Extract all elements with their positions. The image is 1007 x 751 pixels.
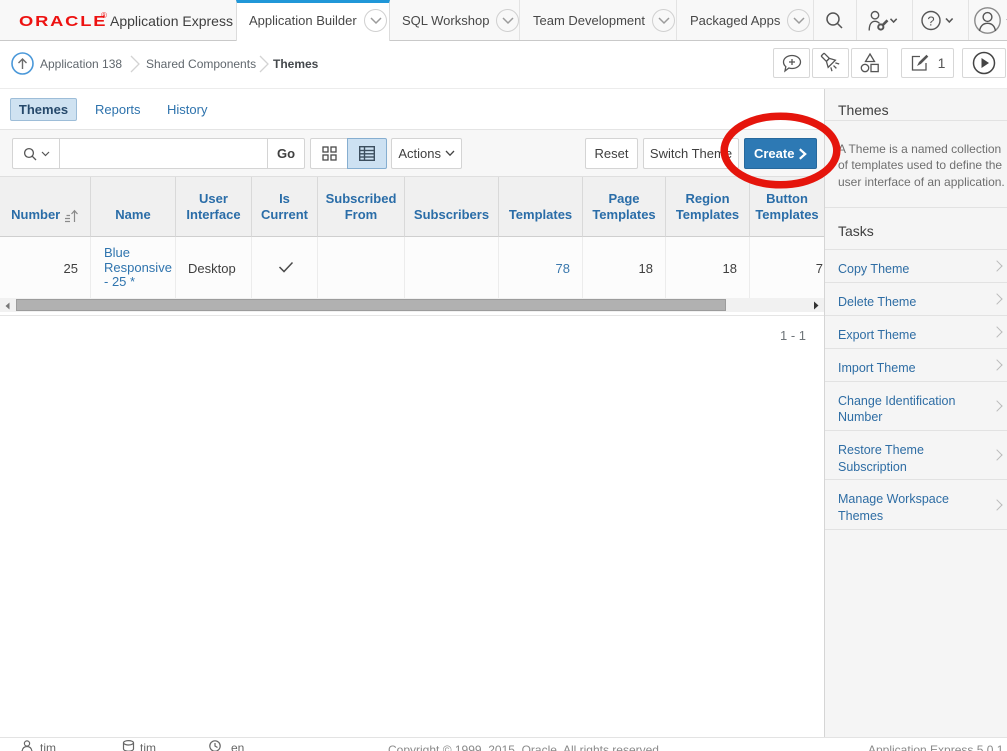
- svg-text:?: ?: [927, 14, 934, 29]
